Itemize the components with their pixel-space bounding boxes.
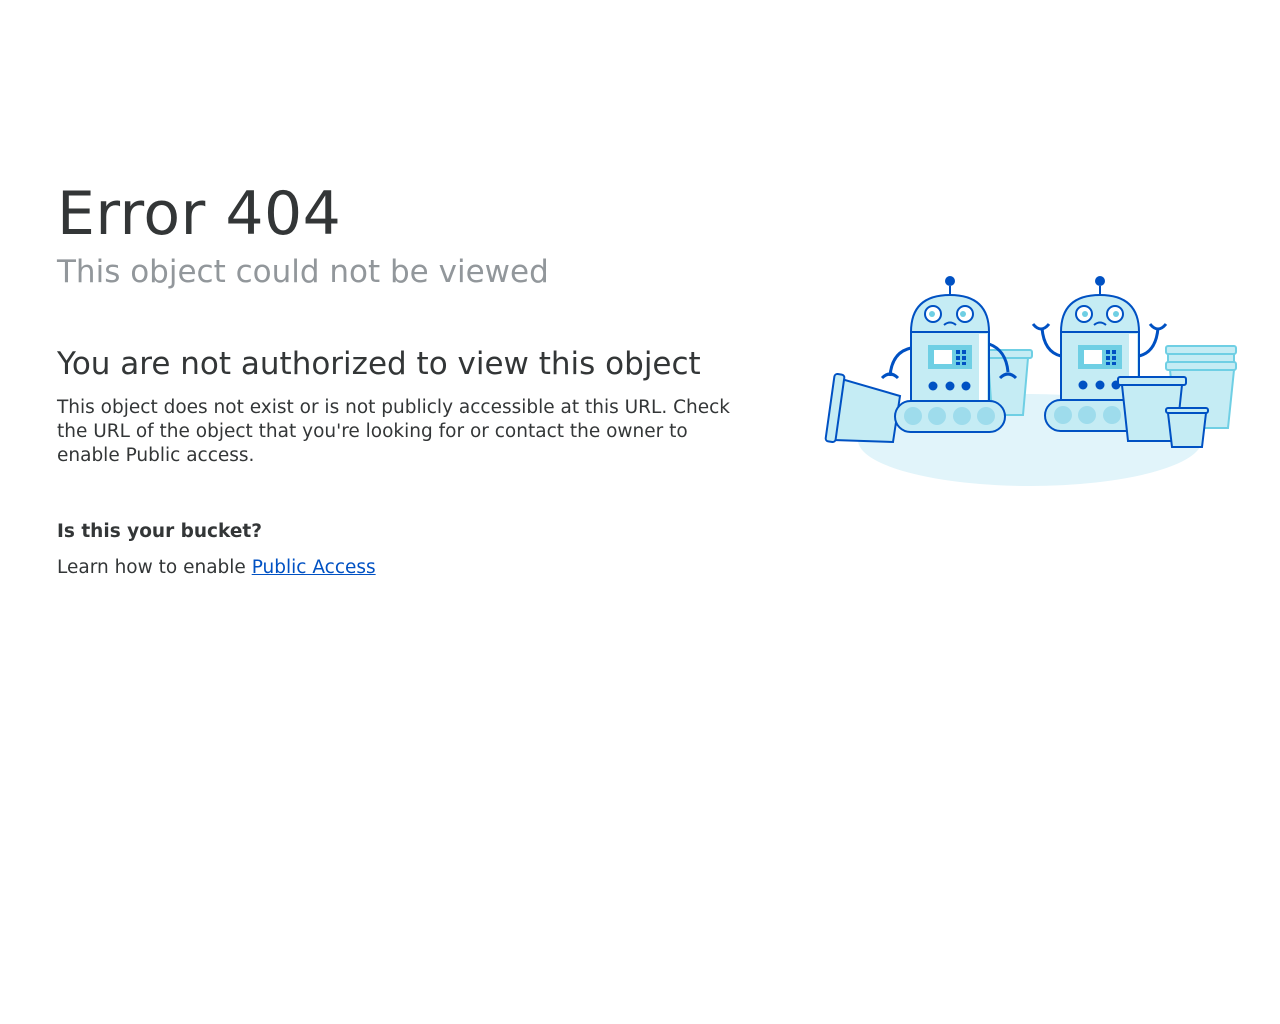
error-content: Error 404 This object could not be viewe… bbox=[57, 178, 777, 580]
public-access-link[interactable]: Public Access bbox=[252, 557, 376, 578]
tipped-bucket-icon bbox=[824, 373, 902, 444]
learn-text: Learn how to enable Public Access bbox=[57, 556, 777, 580]
error-title: Error 404 bbox=[57, 179, 342, 249]
error-heading: You are not authorized to view this obje… bbox=[57, 346, 701, 382]
learn-prefix: Learn how to enable bbox=[57, 557, 252, 578]
robots-with-buckets-illustration bbox=[824, 276, 1237, 486]
error-description: This object does not exist or is not pub… bbox=[57, 397, 731, 466]
bucket-question: Is this your bucket? bbox=[57, 521, 262, 542]
error-page: Error 404 This object could not be viewe… bbox=[0, 0, 1280, 1024]
error-subtitle: This object could not be viewed bbox=[57, 254, 549, 290]
small-bucket-icon bbox=[1165, 407, 1209, 448]
